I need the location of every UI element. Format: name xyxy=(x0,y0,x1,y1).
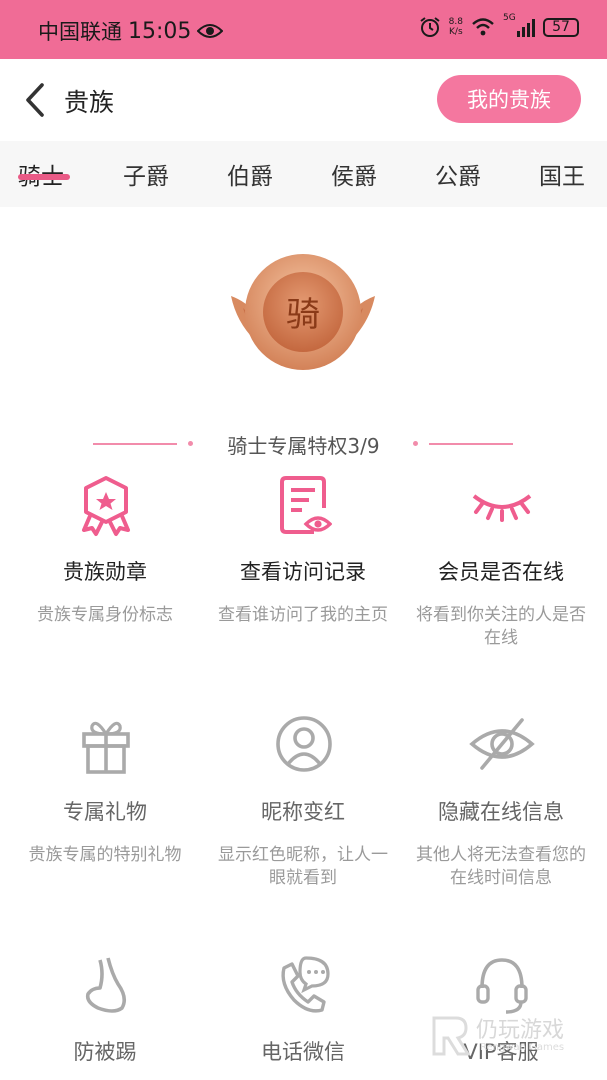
alarm-icon xyxy=(420,17,440,37)
foot-icon xyxy=(85,957,127,1013)
feature-name: 隐藏在线信息 xyxy=(438,800,564,824)
watermark-logo-icon xyxy=(432,1016,470,1056)
back-arrow-icon[interactable] xyxy=(20,81,52,119)
battery-indicator: 57 xyxy=(543,17,579,37)
clock: 15:05 xyxy=(128,18,192,44)
tab-marquis[interactable]: 侯爵 xyxy=(331,157,377,191)
user-icon xyxy=(276,716,332,772)
feature-name: 会员是否在线 xyxy=(438,560,564,584)
nav-header: 贵族 我的贵族 xyxy=(0,59,607,141)
visit-record-icon xyxy=(280,476,332,534)
page-title: 贵族 xyxy=(64,88,115,117)
tab-king[interactable]: 国王 xyxy=(539,157,585,191)
badge-icon xyxy=(82,476,130,536)
section-divider-right xyxy=(429,443,513,445)
my-noble-button[interactable]: 我的贵族 xyxy=(437,75,581,123)
feature-desc: 贵族专属的特别礼物 xyxy=(28,845,182,865)
headset-icon xyxy=(476,958,528,1014)
feature-name: 防被踢 xyxy=(73,1040,137,1064)
feature-name: 电话微信 xyxy=(261,1040,345,1064)
watermark-text: 仍玩游戏 xyxy=(476,1018,565,1043)
cell-signal: 5G xyxy=(503,13,535,37)
status-bar: 中国联通 15:05 8.8 K/s 5G 57 xyxy=(0,0,607,59)
status-left: 中国联通 15:05 xyxy=(38,16,224,46)
feature-desc: 将看到你关注的人是否在线 xyxy=(416,605,586,648)
feature-name: 查看访问记录 xyxy=(240,560,366,584)
feature-name: 昵称变红 xyxy=(261,800,345,824)
rank-tabs: 骑士 子爵 伯爵 侯爵 公爵 国王 xyxy=(0,141,607,207)
watermark-subtext: Rengwan Games xyxy=(480,1042,565,1053)
feature-desc: 查看谁访问了我的主页 xyxy=(218,605,388,625)
eye-status-icon xyxy=(197,24,224,38)
feature-name: 专属礼物 xyxy=(63,800,147,824)
tab-viscount[interactable]: 子爵 xyxy=(123,157,169,191)
svg-text:骑: 骑 xyxy=(286,295,320,335)
phone-chat-icon xyxy=(281,956,330,1013)
watermark: 仍玩游戏 Rengwan Games xyxy=(430,1012,600,1062)
feature-name: 贵族勋章 xyxy=(63,560,147,584)
wifi-icon xyxy=(472,18,494,36)
section-dot-right xyxy=(413,441,418,446)
eye-closed-icon xyxy=(472,494,532,522)
feature-desc: 显示红色昵称，让人一眼就看到 xyxy=(218,845,388,888)
tab-duke[interactable]: 公爵 xyxy=(435,157,481,191)
net-speed: 8.8 K/s xyxy=(448,17,463,37)
tab-earl[interactable]: 伯爵 xyxy=(227,157,273,191)
gift-icon xyxy=(82,721,130,774)
section-title: 骑士专属特权3/9 xyxy=(227,434,380,458)
feature-desc: 其他人将无法查看您的在线时间信息 xyxy=(416,845,586,888)
eye-hidden-icon xyxy=(469,718,535,770)
active-tab-indicator xyxy=(18,174,70,180)
status-right: 8.8 K/s 5G 57 xyxy=(419,13,579,38)
knight-medal-icon: 骑 xyxy=(231,254,375,370)
feature-desc: 贵族专属身份标志 xyxy=(37,605,173,625)
carrier-label: 中国联通 xyxy=(38,20,122,44)
